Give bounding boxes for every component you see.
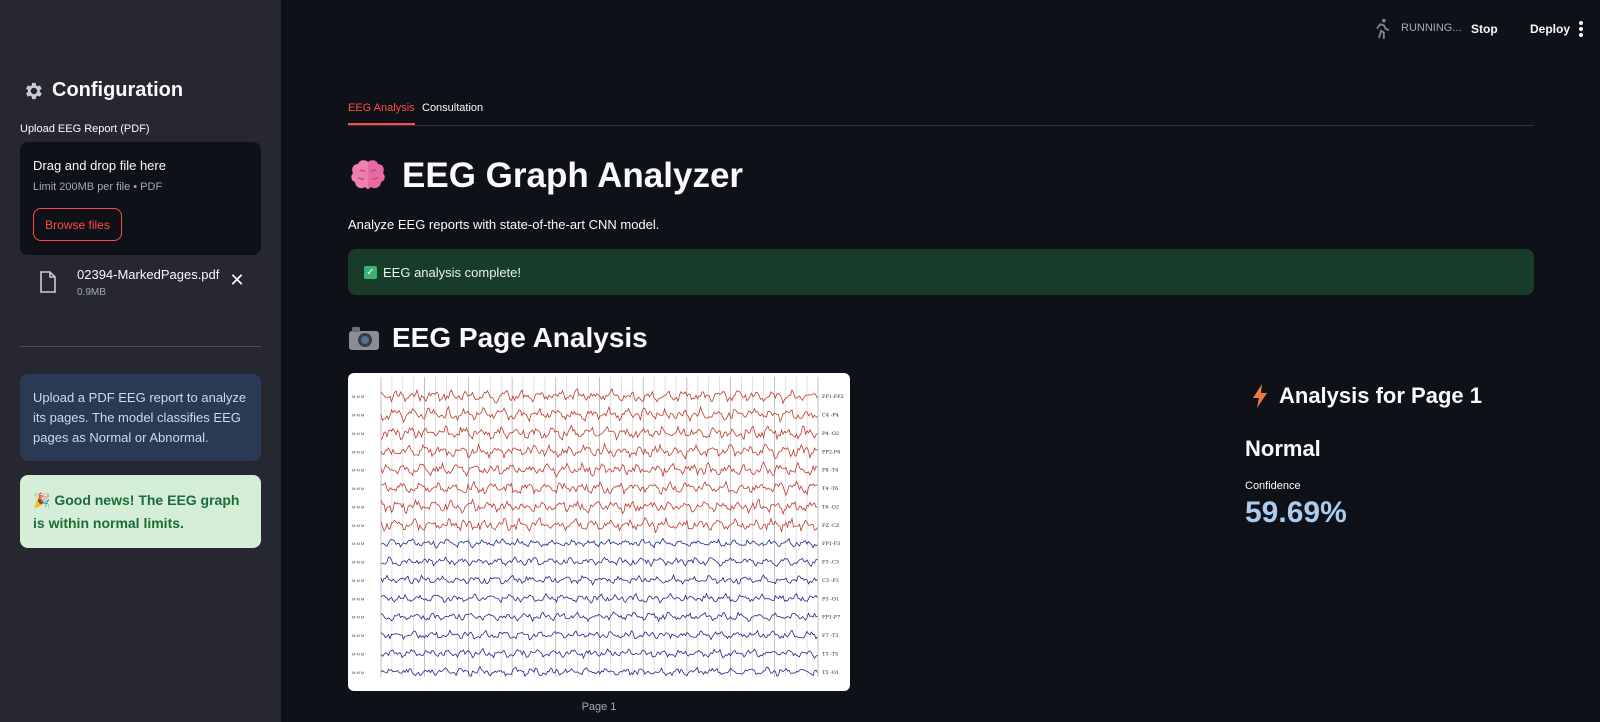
configuration-heading: Configuration bbox=[52, 79, 184, 101]
deploy-button[interactable]: Deploy bbox=[1530, 22, 1570, 36]
channel-marker: M M M bbox=[352, 560, 364, 565]
file-name: 02394-MarkedPages.pdf bbox=[77, 267, 220, 282]
sidebar: Configuration Upload EEG Report (PDF) Dr… bbox=[0, 0, 281, 722]
channel-marker: M M M bbox=[352, 541, 364, 546]
confidence-value: 59.69% bbox=[1245, 496, 1347, 529]
browse-files-button[interactable]: Browse files bbox=[33, 208, 122, 241]
channel-label: FP1-F3 bbox=[822, 541, 840, 547]
channel-marker: M M M bbox=[352, 468, 364, 473]
section-title: EEG Page Analysis bbox=[348, 322, 648, 354]
channel-label: T5 -O1 bbox=[822, 670, 839, 676]
channel-marker: M M M bbox=[352, 578, 364, 583]
status-text: EEG analysis complete! bbox=[383, 264, 522, 280]
upload-label: Upload EEG Report (PDF) bbox=[20, 123, 150, 135]
section-title-text: EEG Page Analysis bbox=[392, 322, 648, 353]
channel-marker: M M M bbox=[352, 413, 364, 418]
channel-label: F3 -C3 bbox=[822, 560, 839, 566]
channel-marker: M M M bbox=[352, 486, 364, 491]
channel-marker: M M M bbox=[352, 633, 364, 638]
more-menu-icon[interactable] bbox=[1571, 18, 1591, 40]
close-icon[interactable]: ✕ bbox=[226, 269, 248, 291]
tab-eeg-analysis[interactable]: EEG Analysis bbox=[348, 102, 415, 125]
sidebar-title: Configuration bbox=[22, 79, 183, 102]
analysis-title: Analysis for Page 1 bbox=[1251, 383, 1482, 409]
tab-bar: EEG Analysis Consultation bbox=[348, 98, 1534, 126]
file-icon bbox=[40, 271, 56, 293]
channel-label: C4 -P4 bbox=[822, 413, 839, 419]
page-title: EEG Graph Analyzer bbox=[348, 156, 743, 196]
channel-label: T4 -T6 bbox=[822, 486, 838, 492]
channel-label: FP1-F7 bbox=[822, 615, 840, 621]
uploaded-file: 02394-MarkedPages.pdf 0.9MB ✕ bbox=[20, 263, 261, 303]
image-caption: Page 1 bbox=[581, 701, 617, 713]
channel-marker: M M M bbox=[352, 449, 364, 454]
info-message: Upload a PDF EEG report to analyze its p… bbox=[20, 374, 261, 461]
channel-label: FZ -CZ bbox=[822, 523, 840, 529]
file-dropzone[interactable]: Drag and drop file here Limit 200MB per … bbox=[20, 142, 261, 255]
channel-marker: M M M bbox=[352, 615, 364, 620]
channel-label: T6 -O2 bbox=[822, 504, 839, 510]
confidence-label: Confidence bbox=[1245, 480, 1301, 492]
channel-marker: M M M bbox=[352, 596, 364, 601]
stop-button[interactable]: Stop bbox=[1471, 22, 1498, 36]
running-status: RUNNING... bbox=[1401, 22, 1462, 34]
channel-label: FP2-F8 bbox=[822, 449, 840, 455]
channel-label: F7 -T3 bbox=[822, 633, 838, 639]
channel-label: F8 -T4 bbox=[822, 468, 838, 474]
dropzone-limit: Limit 200MB per file • PDF bbox=[33, 181, 163, 193]
main-content: RUNNING... Stop Deploy EEG Analysis Cons… bbox=[281, 0, 1600, 722]
page-subtitle: Analyze EEG reports with state-of-the-ar… bbox=[348, 217, 660, 232]
channel-marker: M M M bbox=[352, 651, 364, 656]
tab-consultation[interactable]: Consultation bbox=[422, 102, 483, 123]
channel-label: T3 -T5 bbox=[822, 651, 838, 657]
eeg-graph: FP1-FP2 M M M C4 -P4 M M M P4 -O2 M M M FP2-F8… bbox=[352, 377, 844, 678]
check-icon: ✓ bbox=[364, 265, 377, 279]
channel-marker: M M M bbox=[352, 504, 364, 509]
channel-label: C3 -P3 bbox=[822, 578, 839, 584]
eeg-page-image: FP1-FP2 M M M C4 -P4 M M M P4 -O2 M M M FP2-F8… bbox=[348, 373, 850, 691]
gear-icon bbox=[26, 82, 42, 99]
camera-icon bbox=[349, 327, 379, 350]
success-message: 🎉 Good news! The EEG graph is within nor… bbox=[20, 475, 261, 548]
channel-marker: M M M bbox=[352, 431, 364, 436]
channel-marker: M M M bbox=[352, 670, 364, 675]
channel-label: P4 -O2 bbox=[822, 431, 839, 437]
channel-label: P3 -O1 bbox=[822, 596, 839, 602]
analysis-title-text: Analysis for Page 1 bbox=[1279, 383, 1482, 408]
analysis-status-banner: ✓ EEG analysis complete! bbox=[348, 249, 1534, 295]
channel-marker: M M M bbox=[352, 394, 364, 399]
classification-result: Normal bbox=[1245, 436, 1321, 461]
running-person-icon bbox=[1376, 18, 1390, 39]
page-title-text: EEG Graph Analyzer bbox=[402, 156, 744, 195]
lightning-icon bbox=[1253, 384, 1267, 408]
dropzone-title: Drag and drop file here bbox=[33, 158, 166, 173]
brain-icon bbox=[351, 160, 385, 189]
file-size: 0.9MB bbox=[77, 287, 106, 298]
channel-label: FP1-FP2 bbox=[822, 394, 844, 400]
sidebar-divider bbox=[20, 346, 261, 347]
channel-marker: M M M bbox=[352, 523, 364, 528]
